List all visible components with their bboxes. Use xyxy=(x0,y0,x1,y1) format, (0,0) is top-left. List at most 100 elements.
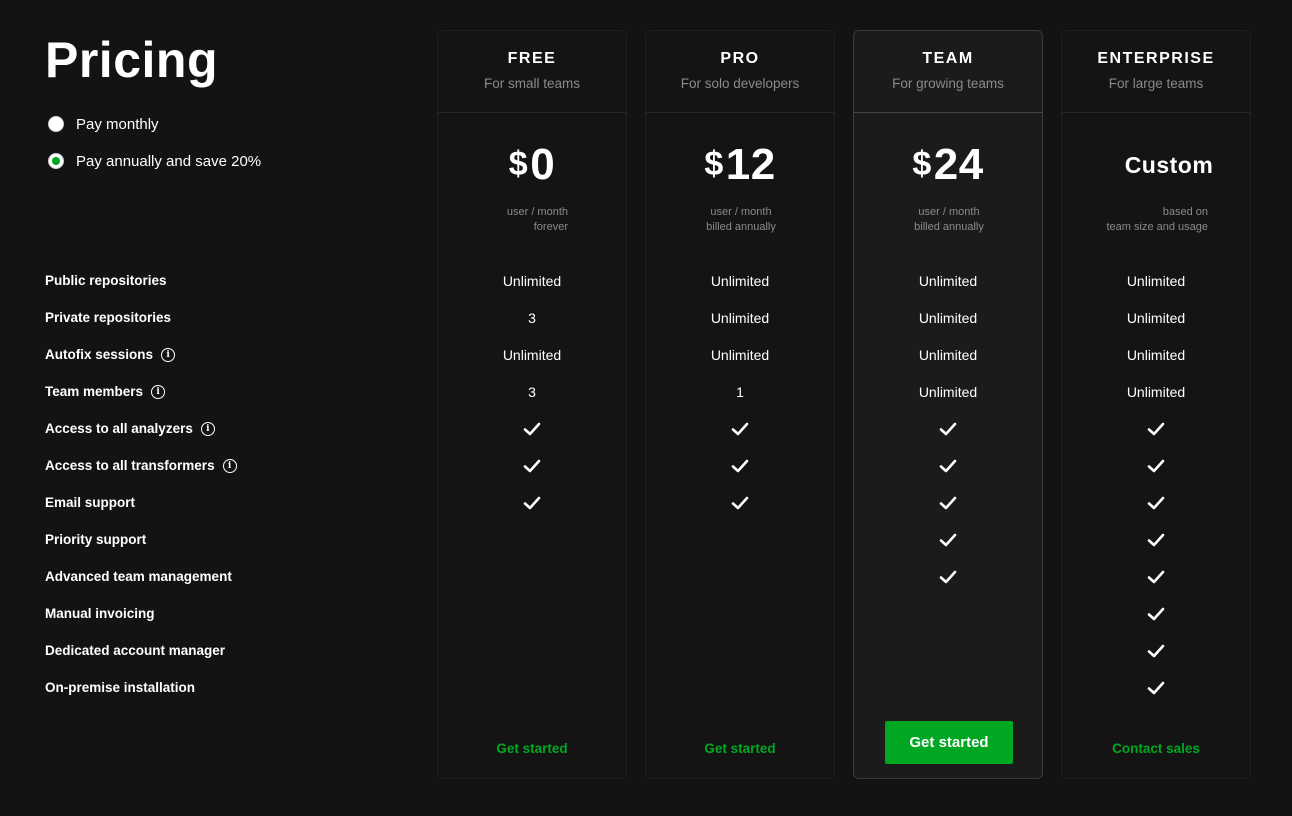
feature-label: Priority support xyxy=(45,532,147,547)
feature-value: Unlimited xyxy=(1126,383,1186,400)
price-block: $24 user / month billed annually xyxy=(854,139,1042,235)
check-icon xyxy=(1062,521,1250,558)
plan-header: TEAM For growing teams xyxy=(854,31,1042,113)
price-note: based on team size and usage xyxy=(1102,205,1208,235)
feature-label: Advanced team management xyxy=(45,569,232,584)
feature-value: Unlimited xyxy=(502,272,562,289)
feature-value: Unlimited xyxy=(918,272,978,289)
plan-price: $12 xyxy=(646,139,834,191)
plan-price: $24 xyxy=(854,139,1042,191)
feature-row: Team members i xyxy=(45,373,237,410)
pricing-page: Pricing Pay monthly Pay annually and sav… xyxy=(0,0,1292,816)
price-note: user / month billed annually xyxy=(706,205,776,235)
plan-name: FREE xyxy=(507,50,557,67)
info-icon[interactable]: i xyxy=(151,384,166,399)
info-icon[interactable]: i xyxy=(222,458,237,473)
price-amount: 24 xyxy=(933,140,984,189)
price-note-line: team size and usage xyxy=(1106,221,1208,233)
check-icon xyxy=(646,447,834,484)
price-note: user / month billed annually xyxy=(914,205,984,235)
radio-monthly[interactable] xyxy=(48,116,64,132)
price-note: user / month forever xyxy=(498,205,568,235)
empty-cell xyxy=(646,521,834,558)
check-icon xyxy=(1062,632,1250,669)
price-note-line: billed annually xyxy=(914,221,984,233)
get-started-link[interactable]: Get started xyxy=(646,741,834,756)
info-icon[interactable]: i xyxy=(161,347,176,362)
plan-name: ENTERPRISE xyxy=(1097,50,1215,67)
feature-row: Priority support xyxy=(45,521,237,558)
feature-value: Unlimited xyxy=(918,346,978,363)
feature-value: 1 xyxy=(736,383,744,400)
feature-label: Access to all analyzers xyxy=(45,421,193,436)
check-icon xyxy=(854,521,1042,558)
plan-description: For small teams xyxy=(483,76,581,91)
feature-label: On-premise installation xyxy=(45,680,196,695)
plan-description: For growing teams xyxy=(892,76,1004,91)
check-icon xyxy=(1062,595,1250,632)
check-icon xyxy=(1062,558,1250,595)
plan-description: For solo developers xyxy=(680,76,800,91)
plan-card-team: TEAM For growing teams $24 user / month bill… xyxy=(853,30,1043,779)
feature-value: Unlimited xyxy=(502,346,562,363)
plan-header: FREE For small teams xyxy=(438,31,626,113)
contact-sales-link[interactable]: Contact sales xyxy=(1062,741,1250,756)
empty-cell xyxy=(854,669,1042,706)
check-icon xyxy=(854,558,1042,595)
check-icon xyxy=(438,410,626,447)
feature-label: Access to all transformers xyxy=(45,458,215,473)
price-block: $0 user / month forever xyxy=(438,139,626,235)
check-icon xyxy=(854,410,1042,447)
feature-list: Public repositories Private repositories A… xyxy=(45,262,237,706)
get-started-button[interactable]: Get started xyxy=(885,721,1013,764)
price-note-line: billed annually xyxy=(706,221,776,233)
feature-label: Team members xyxy=(45,384,144,399)
currency-symbol: $ xyxy=(508,145,529,183)
plan-feature-cells: Unlimited Unlimited Unlimited 1 xyxy=(646,262,834,706)
feature-value: Unlimited xyxy=(1126,309,1186,326)
feature-label: Manual invoicing xyxy=(45,606,155,621)
check-icon xyxy=(438,447,626,484)
check-icon xyxy=(646,410,834,447)
plan-feature-cells: Unlimited Unlimited Unlimited Unlimited xyxy=(1062,262,1250,706)
check-icon xyxy=(438,484,626,521)
check-icon xyxy=(1062,447,1250,484)
check-icon xyxy=(646,484,834,521)
empty-cell xyxy=(646,595,834,632)
feature-value: Unlimited xyxy=(918,309,978,326)
feature-row: On-premise installation xyxy=(45,669,237,706)
price-note-line: forever xyxy=(533,221,568,233)
get-started-link[interactable]: Get started xyxy=(438,741,626,756)
plan-card-free: FREE For small teams $0 user / month forever… xyxy=(437,30,627,779)
empty-cell xyxy=(438,632,626,669)
empty-cell xyxy=(646,558,834,595)
feature-row: Advanced team management xyxy=(45,558,237,595)
check-icon xyxy=(1062,669,1250,706)
price-block: Custom based on team size and usage xyxy=(1062,139,1250,235)
empty-cell xyxy=(646,632,834,669)
billing-option-annually[interactable]: Pay annually and save 20% xyxy=(48,149,261,173)
empty-cell xyxy=(438,669,626,706)
feature-label: Email support xyxy=(45,495,136,510)
info-icon[interactable]: i xyxy=(200,421,215,436)
plan-price: $0 xyxy=(438,139,626,191)
radio-annually[interactable] xyxy=(48,153,64,169)
feature-value: Unlimited xyxy=(710,346,770,363)
feature-value: Unlimited xyxy=(918,383,978,400)
feature-value: Unlimited xyxy=(1126,346,1186,363)
billing-toggle: Pay monthly Pay annually and save 20% xyxy=(48,112,261,186)
feature-row: Autofix sessions i xyxy=(45,336,237,373)
check-icon xyxy=(854,484,1042,521)
plan-price: Custom xyxy=(1062,139,1250,191)
feature-value: 3 xyxy=(528,309,536,326)
plan-header: ENTERPRISE For large teams xyxy=(1062,31,1250,113)
price-block: $12 user / month billed annually xyxy=(646,139,834,235)
feature-row: Public repositories xyxy=(45,262,237,299)
feature-row: Manual invoicing xyxy=(45,595,237,632)
plan-feature-cells: Unlimited Unlimited Unlimited Unlimited xyxy=(854,262,1042,706)
billing-option-monthly[interactable]: Pay monthly xyxy=(48,112,261,136)
check-icon xyxy=(1062,410,1250,447)
price-amount: 12 xyxy=(725,140,776,189)
empty-cell xyxy=(854,595,1042,632)
plan-card-enterprise: ENTERPRISE For large teams Custom based on t… xyxy=(1061,30,1251,779)
